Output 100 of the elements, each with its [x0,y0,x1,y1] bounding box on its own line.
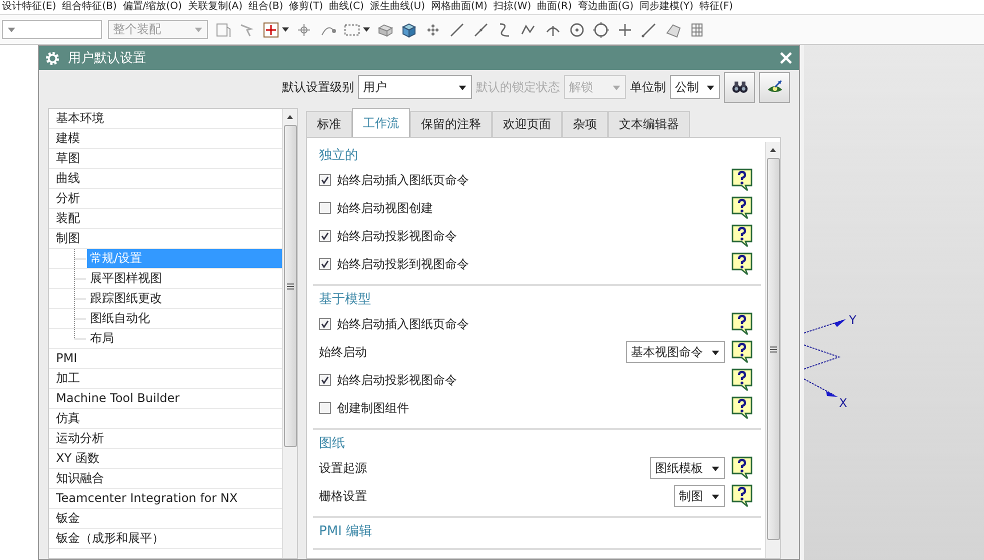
level-dropdown[interactable]: 用户 [358,75,472,99]
checkbox[interactable] [319,174,331,186]
caret-icon [282,27,289,32]
unit-dropdown[interactable]: 公制 [670,75,720,99]
tree-item[interactable]: 仿真 [53,409,83,428]
menu-item[interactable]: 派生曲线(U) [370,1,426,13]
tab[interactable]: 工作流 [352,108,410,137]
checkbox[interactable] [319,374,331,386]
tree-item[interactable]: Teamcenter Integration for NX [53,489,241,508]
tree-item[interactable]: 钣金（成形和展平） [53,529,167,548]
tree-item[interactable]: 分析 [53,189,83,208]
tree-item[interactable]: 基本环境 [53,109,107,128]
menu-item[interactable]: 偏置/缩放(O) [122,1,182,13]
checkbox-label: 始终启动投影视图命令 [337,228,458,244]
tab[interactable]: 保留的注释 [410,111,492,137]
unit-label: 单位制 [630,78,666,96]
help-icon[interactable] [731,312,753,336]
tree-item[interactable]: 曲线 [53,169,83,188]
gear-icon [45,50,60,66]
caret-icon [706,82,715,92]
tree-item[interactable]: 展平图样视图 [87,269,165,288]
value-dropdown[interactable]: 基本视图命令 [626,341,725,363]
tree-connector-icon [74,288,86,308]
help-icon[interactable] [731,396,753,420]
group-title: 基于模型 [319,291,372,309]
checkbox-label: 始终启动投影视图命令 [337,372,458,388]
grip-icon [286,282,294,290]
value-dropdown[interactable]: 图纸模板 [650,457,725,479]
tree-item[interactable]: 加工 [53,369,83,388]
tree-connector-icon [74,268,86,288]
value-dropdown[interactable]: 制图 [674,485,725,507]
checkbox[interactable] [319,318,331,330]
caret-icon [711,348,720,356]
help-icon[interactable] [731,484,753,508]
tree-item[interactable]: 跟踪图纸更改 [87,289,165,308]
menu-item[interactable]: 曲线(C) [329,1,364,13]
scrollbar-thumb[interactable] [766,158,780,540]
tree-item[interactable]: 装配 [53,209,83,228]
menu-item[interactable]: 特征(F) [699,1,733,13]
menu-item[interactable]: 设计特征(E) [2,1,56,13]
field-label: 始终启动 [319,344,368,360]
circle-icon[interactable] [592,20,610,38]
line-icon[interactable] [448,20,466,38]
caret-icon [711,464,720,472]
eye-arrow-button[interactable] [759,72,790,102]
tree-item[interactable]: PMI [53,349,80,368]
menu-item[interactable]: 修剪(T) [289,1,324,13]
tree-item[interactable]: 建模 [53,129,83,148]
help-icon[interactable] [731,168,753,192]
help-icon[interactable] [731,368,753,392]
menu-item[interactable]: 关联复制(A) [188,1,242,13]
menu-item[interactable]: 组合特征(B) [62,1,117,13]
checkbox-label: 始终启动插入图纸页命令 [337,316,470,332]
tab[interactable]: 标准 [306,111,352,137]
tree-item[interactable]: Machine Tool Builder [53,389,183,408]
tab[interactable]: 文本编辑器 [608,111,690,137]
move-icon[interactable] [262,20,280,38]
tab[interactable]: 杂项 [562,111,608,137]
tree-item[interactable]: XY 函数 [53,449,102,468]
part-icon[interactable] [214,20,232,38]
tree-item[interactable]: 运动分析 [53,429,107,448]
checkbox[interactable] [319,258,331,270]
circle-center-icon[interactable] [568,20,586,38]
lock-label: 默认的锁定状态 [476,78,560,96]
checkbox[interactable] [319,202,331,214]
caret-icon [7,25,16,34]
checkbox-label: 创建制图组件 [337,400,410,416]
menu-item[interactable]: 组合(B) [248,1,284,13]
caret-icon [363,27,370,32]
tree-item[interactable]: 图纸自动化 [87,309,153,328]
menu-item[interactable]: 弯边曲面(G) [578,1,634,13]
cube-icon[interactable] [400,20,418,38]
tab[interactable]: 欢迎页面 [492,111,562,137]
binoculars-button[interactable] [724,72,755,102]
checkbox-label: 始终启动视图创建 [337,200,434,216]
menu-item[interactable]: 网格曲面(M) [431,1,488,13]
line-icon[interactable] [472,20,490,38]
tree-item[interactable]: 知识融合 [53,469,107,488]
tree-item[interactable]: 草图 [53,149,83,168]
help-icon[interactable] [731,252,753,276]
dialog-title: 用户默认设置 [68,50,147,67]
checkbox[interactable] [319,402,331,414]
help-icon[interactable] [731,456,753,480]
group-title: PMI 编辑 [319,523,374,541]
group-title: 图纸 [319,435,346,453]
tree-item[interactable]: 钣金 [53,509,83,528]
checkbox-label: 始终启动投影到视图命令 [337,256,470,272]
tree-item[interactable]: 制图 [53,229,83,248]
close-icon[interactable] [779,51,793,65]
checkbox[interactable] [319,230,331,242]
menu-item[interactable]: 同步建模(Y) [639,1,694,13]
menu-item[interactable]: 曲面(R) [537,1,572,13]
help-icon[interactable] [731,340,753,364]
caret-icon [458,82,467,92]
line-icon[interactable] [640,20,658,38]
scrollbar-thumb[interactable] [284,125,296,447]
help-icon[interactable] [731,196,753,220]
tree-item[interactable]: 布局 [87,329,117,348]
help-icon[interactable] [731,224,753,248]
menu-item[interactable]: 扫掠(W) [493,1,532,13]
